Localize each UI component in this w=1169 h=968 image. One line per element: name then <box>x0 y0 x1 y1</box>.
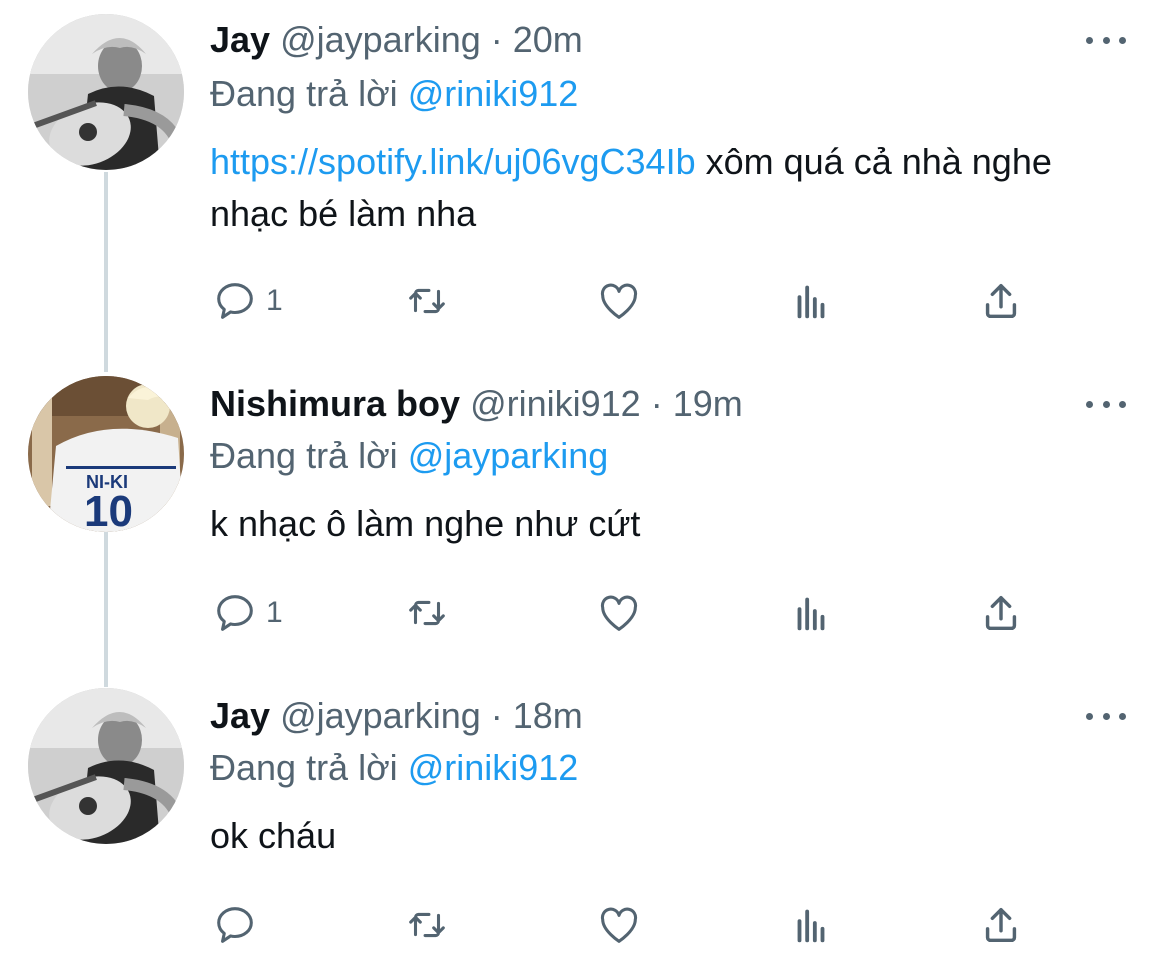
separator-dot: · <box>490 19 503 60</box>
like-button[interactable] <box>596 278 642 324</box>
more-icon[interactable] <box>1086 394 1126 414</box>
retweet-button[interactable] <box>404 902 450 948</box>
avatar-image <box>28 14 184 170</box>
analytics-icon <box>797 597 825 631</box>
avatar-image: NI-KI 10 <box>28 376 184 532</box>
avatar[interactable] <box>28 688 184 844</box>
retweet-button[interactable] <box>404 278 450 324</box>
separator-dot: · <box>650 383 663 424</box>
share-button[interactable] <box>978 902 1024 948</box>
reply-button[interactable]: 1 <box>212 278 283 324</box>
retweet-icon <box>409 600 445 626</box>
share-button[interactable] <box>978 590 1024 636</box>
share-button[interactable] <box>978 278 1024 324</box>
tweet-text: k nhạc ô làm nghe như cứt <box>210 498 1110 550</box>
reply-count: 1 <box>266 284 283 317</box>
retweet-icon <box>409 912 445 938</box>
mention-link[interactable]: @riniki912 <box>408 747 579 788</box>
like-icon <box>600 907 638 943</box>
replying-to-label: Đang trả lời <box>210 747 408 788</box>
like-icon <box>600 595 638 631</box>
like-button[interactable] <box>596 590 642 636</box>
replying-to: Đang trả lời @riniki912 <box>210 72 578 116</box>
more-icon[interactable] <box>1086 706 1126 726</box>
share-icon <box>985 595 1017 631</box>
mention-link[interactable]: @jayparking <box>408 435 609 476</box>
tweet-text: https://spotify.link/uj06vgC34Ib xôm quá… <box>210 136 1110 240</box>
author-handle[interactable]: @jayparking <box>280 19 481 60</box>
timestamp[interactable]: 20m <box>513 19 583 60</box>
share-icon <box>985 283 1017 319</box>
tweet-text-content: ok cháu <box>210 815 337 856</box>
reply-icon <box>217 907 253 943</box>
retweet-icon <box>409 288 445 314</box>
replying-to: Đang trả lời @riniki912 <box>210 746 578 790</box>
share-icon <box>985 907 1017 943</box>
tweet[interactable]: Jay @jayparking · 18m Đang trả lời @rini… <box>0 684 1169 968</box>
jersey-number: 10 <box>84 487 133 532</box>
separator-dot: · <box>490 695 503 736</box>
tweet-text: ok cháu <box>210 810 1110 862</box>
url-link[interactable]: https://spotify.link/uj06vgC34Ib <box>210 141 696 182</box>
tweet-header: Nishimura boy @riniki912 · 19m <box>210 382 743 426</box>
timestamp[interactable]: 18m <box>513 695 583 736</box>
more-icon[interactable] <box>1086 30 1126 50</box>
retweet-button[interactable] <box>404 590 450 636</box>
author-name[interactable]: Nishimura boy <box>210 383 460 424</box>
analytics-button[interactable] <box>788 590 834 636</box>
avatar[interactable]: NI-KI 10 <box>28 376 184 532</box>
analytics-button[interactable] <box>788 902 834 948</box>
tweet[interactable]: NI-KI 10 Nishimura boy @riniki912 · 19m … <box>0 372 1169 672</box>
author-handle[interactable]: @jayparking <box>280 695 481 736</box>
tweet-text-content: k nhạc ô làm nghe như cứt <box>210 503 641 544</box>
avatar-image <box>28 688 184 844</box>
replying-to-label: Đang trả lời <box>210 435 408 476</box>
reply-count: 1 <box>266 596 283 629</box>
like-icon <box>600 283 638 319</box>
reply-button[interactable] <box>212 902 266 948</box>
tweet-header: Jay @jayparking · 20m <box>210 18 583 62</box>
avatar[interactable] <box>28 14 184 170</box>
author-name[interactable]: Jay <box>210 695 270 736</box>
analytics-button[interactable] <box>788 278 834 324</box>
replying-to: Đang trả lời @jayparking <box>210 434 608 478</box>
reply-icon <box>217 595 253 631</box>
reply-button[interactable]: 1 <box>212 590 283 636</box>
analytics-icon <box>797 285 825 319</box>
timestamp[interactable]: 19m <box>673 383 743 424</box>
author-handle[interactable]: @riniki912 <box>470 383 641 424</box>
author-name[interactable]: Jay <box>210 19 270 60</box>
tweet-header: Jay @jayparking · 18m <box>210 694 583 738</box>
tweet[interactable]: Jay @jayparking · 20m Đang trả lời @rini… <box>0 0 1169 360</box>
replying-to-label: Đang trả lời <box>210 73 408 114</box>
like-button[interactable] <box>596 902 642 948</box>
mention-link[interactable]: @riniki912 <box>408 73 579 114</box>
reply-icon <box>217 283 253 319</box>
analytics-icon <box>797 909 825 943</box>
